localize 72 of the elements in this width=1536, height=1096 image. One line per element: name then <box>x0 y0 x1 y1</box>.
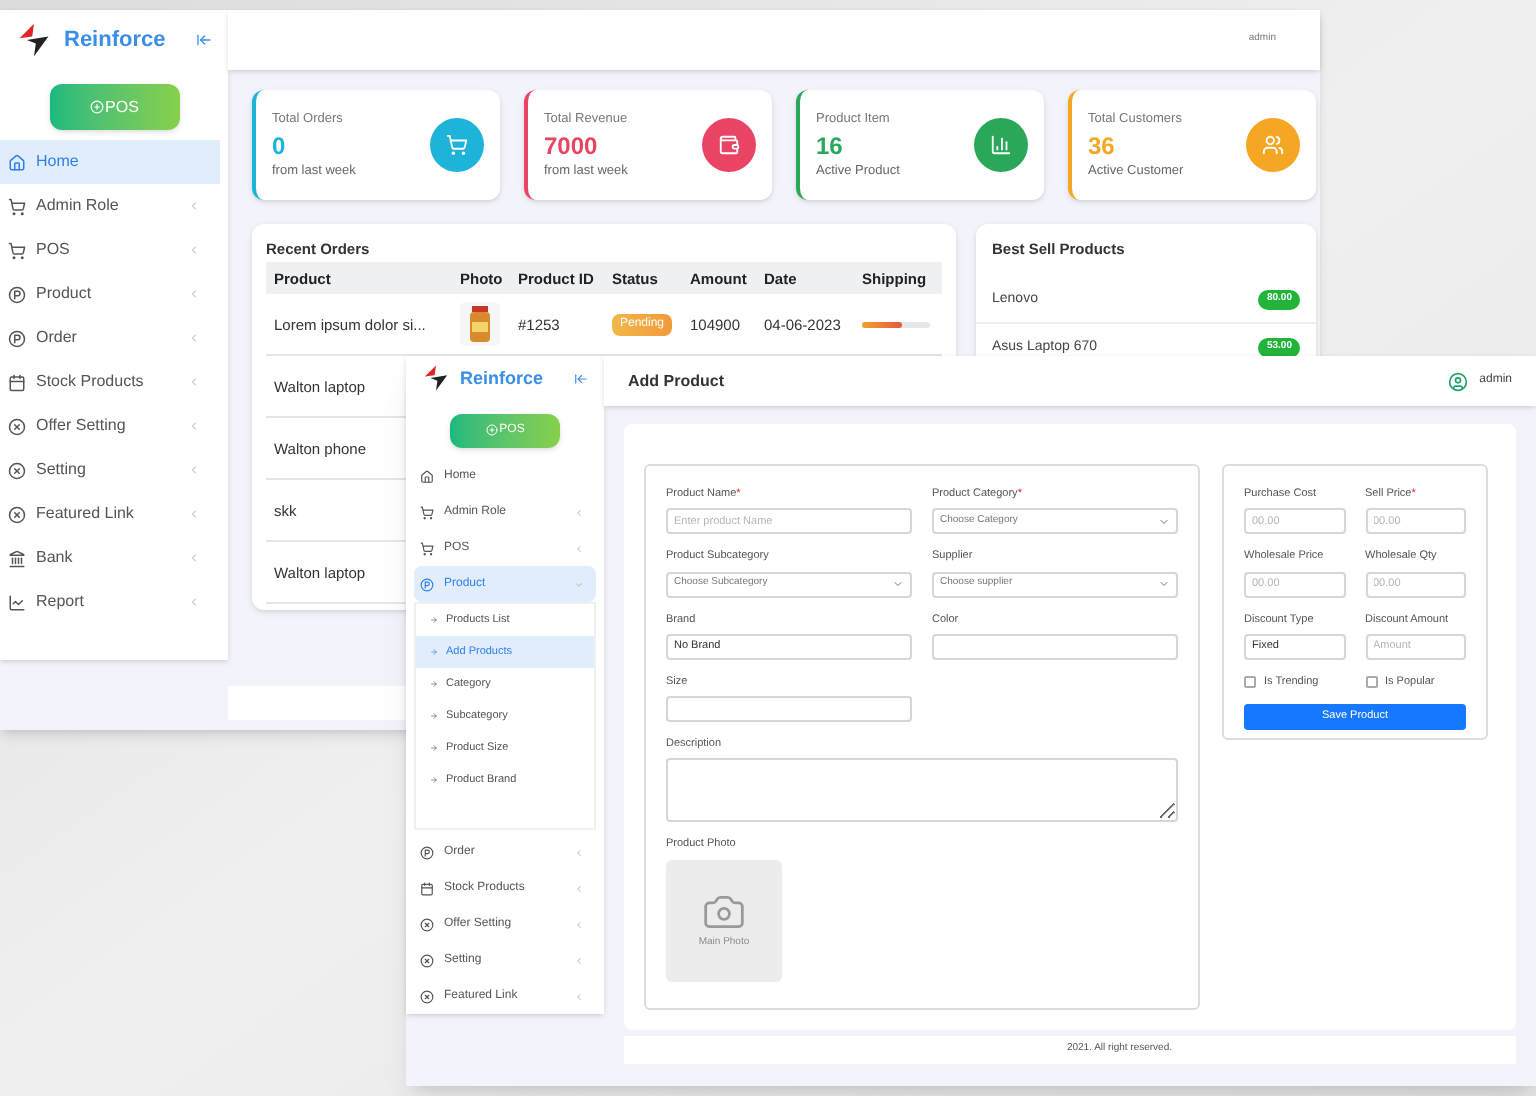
chevron-icon <box>188 508 200 520</box>
stat-value: 0 <box>272 129 288 161</box>
input-field[interactable] <box>932 633 1178 660</box>
stat-value: 16 <box>816 129 845 161</box>
arrow-icon <box>430 648 438 656</box>
chevron-icon <box>188 596 200 608</box>
nav-item[interactable]: Offer Setting <box>0 404 220 448</box>
checkbox[interactable] <box>1244 675 1256 688</box>
plus-icon <box>485 424 498 437</box>
nav-item[interactable]: Stock Products <box>0 360 220 404</box>
chevron-icon <box>188 288 200 300</box>
brand-name: Reinforce <box>460 365 544 392</box>
chevron-icon <box>188 244 200 256</box>
caret-icon <box>892 578 904 590</box>
home-icon <box>420 469 434 483</box>
calendar-icon <box>8 373 26 391</box>
nav-item[interactable]: POS <box>0 228 220 272</box>
cart-icon <box>446 134 468 156</box>
page-title: Add Product <box>628 369 724 393</box>
x-circle-icon <box>8 461 26 479</box>
chevron-icon <box>188 332 200 344</box>
nav-item[interactable]: Product <box>0 272 220 316</box>
nav-item[interactable]: Bank <box>0 536 220 580</box>
p-circle-icon <box>8 285 26 303</box>
chevron-icon <box>188 200 200 212</box>
chevron-icon <box>188 376 200 388</box>
p-circle-icon <box>8 329 26 347</box>
logo-icon <box>16 22 52 58</box>
nav-item[interactable]: Admin Role <box>0 184 220 228</box>
line-chart-icon <box>8 593 26 611</box>
nav-item[interactable]: Featured Link <box>0 492 220 536</box>
arrow-icon <box>430 776 438 784</box>
chevron-icon <box>188 552 200 564</box>
arrow-icon <box>430 680 438 688</box>
logo-icon <box>422 364 450 393</box>
stat-value: 7000 <box>544 129 600 161</box>
calendar-icon <box>420 881 434 895</box>
nav-item[interactable]: Report <box>0 580 220 624</box>
cart-icon <box>420 541 434 555</box>
collapse-icon[interactable] <box>574 371 588 386</box>
x-circle-icon <box>420 953 434 967</box>
arrow-icon <box>430 616 438 624</box>
chevron-icon <box>188 464 200 476</box>
arrow-icon <box>430 712 438 720</box>
cart-icon <box>8 241 26 259</box>
arrow-icon <box>430 744 438 752</box>
caret-icon <box>1158 578 1170 590</box>
user-icon[interactable] <box>1447 371 1468 391</box>
cart-icon <box>8 197 26 215</box>
chevron-icon <box>188 420 200 432</box>
x-circle-icon <box>8 417 26 435</box>
caret-icon <box>1158 515 1170 528</box>
x-circle-icon <box>420 917 434 931</box>
plus-icon <box>89 100 104 114</box>
nav-item[interactable]: Order <box>0 316 220 360</box>
bank-icon <box>8 549 26 567</box>
checkbox[interactable] <box>1365 675 1377 688</box>
brand-name: Reinforce <box>64 25 166 56</box>
home-icon <box>8 153 26 171</box>
bar-chart-icon <box>990 134 1012 156</box>
input-field[interactable] <box>666 696 912 722</box>
collapse-icon[interactable] <box>196 32 212 48</box>
nav-item[interactable]: Setting <box>0 448 220 492</box>
p-circle-icon <box>420 577 434 591</box>
x-circle-icon <box>420 989 434 1003</box>
stat-value: 36 <box>1088 129 1117 161</box>
wallet-icon <box>718 134 740 156</box>
description-field[interactable] <box>666 758 1178 823</box>
users-icon <box>1262 134 1284 156</box>
p-circle-icon <box>420 845 434 859</box>
x-circle-icon <box>8 505 26 523</box>
cart-icon <box>420 505 434 519</box>
